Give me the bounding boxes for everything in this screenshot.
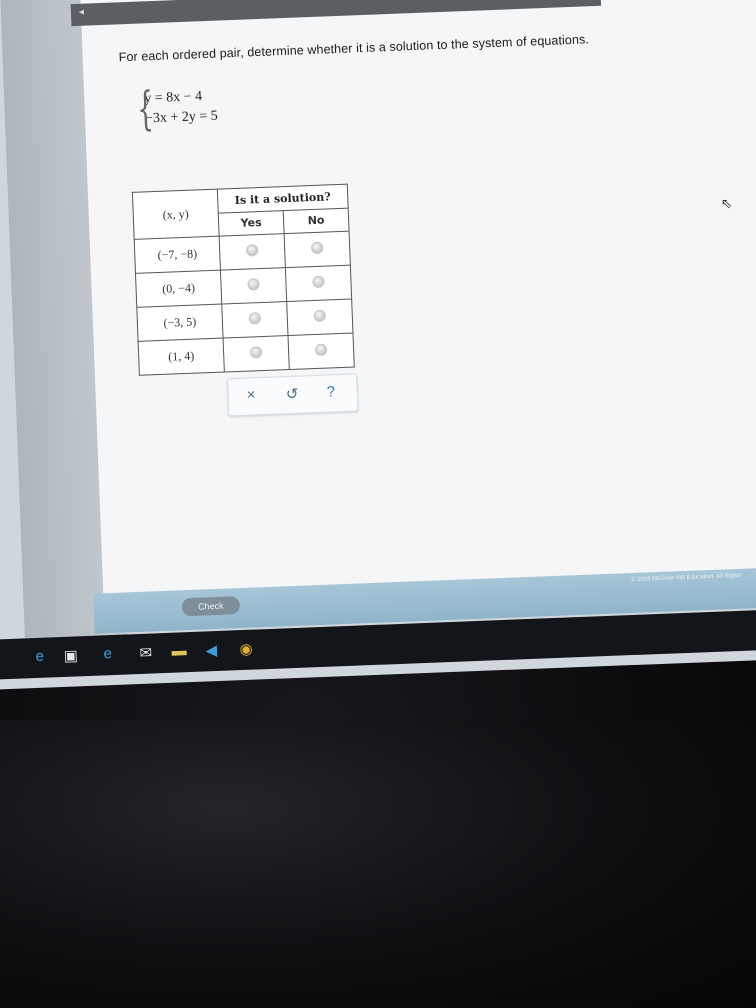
yes-radio[interactable] xyxy=(249,346,263,359)
desk-shadow xyxy=(0,720,756,1008)
yes-cell xyxy=(221,301,288,339)
yes-radio[interactable] xyxy=(245,244,259,257)
solution-table: (x, y) Is it a solution? Yes No (−7, −8)… xyxy=(131,183,355,376)
monitor-screen: ◂ For each ordered pair, determine wheth… xyxy=(0,0,756,690)
equation-system: { y = 8x − 4 −3x + 2y = 5 xyxy=(136,81,218,136)
equation-1: y = 8x − 4 xyxy=(144,89,203,107)
brace-icon: { xyxy=(136,81,155,136)
ordered-pair: (0, −4) xyxy=(135,270,222,308)
store-icon[interactable]: ▣ xyxy=(63,646,78,665)
header-xy: (x, y) xyxy=(132,189,220,240)
no-cell xyxy=(284,231,351,268)
no-cell xyxy=(286,299,353,336)
yes-cell xyxy=(223,335,290,373)
no-radio[interactable] xyxy=(313,309,326,323)
no-cell xyxy=(287,333,355,370)
equation-2: −3x + 2y = 5 xyxy=(144,108,218,127)
mail-icon[interactable]: ✉ xyxy=(139,644,152,662)
yes-radio[interactable] xyxy=(248,312,262,325)
undo-icon[interactable]: ↺ xyxy=(285,385,298,403)
ordered-pair: (−7, −8) xyxy=(134,236,221,274)
no-radio[interactable] xyxy=(310,241,324,255)
edge-icon[interactable]: e xyxy=(35,648,44,665)
ordered-pair: (−3, 5) xyxy=(136,304,224,342)
yes-cell xyxy=(219,233,286,271)
assignment-page: ◂ For each ordered pair, determine wheth… xyxy=(70,0,756,634)
answer-toolbar: × ↺ ? xyxy=(227,373,359,417)
table-row: (1, 4) xyxy=(138,333,355,376)
help-icon[interactable]: ? xyxy=(326,383,335,400)
mouse-cursor-icon: ⇖ xyxy=(720,194,733,212)
header-no: No xyxy=(283,207,350,234)
ordered-pair: (1, 4) xyxy=(138,338,225,376)
check-button[interactable]: Check xyxy=(181,596,241,617)
back-arrow-icon[interactable]: ◂ xyxy=(79,7,84,18)
top-progress-strip: ◂ xyxy=(70,0,602,27)
yes-radio[interactable] xyxy=(247,278,260,291)
no-cell xyxy=(285,265,352,302)
header-yes: Yes xyxy=(218,210,285,237)
files-icon[interactable]: ▬ xyxy=(171,642,187,660)
media-icon[interactable]: ◀ xyxy=(205,641,217,659)
yes-cell xyxy=(220,267,287,305)
photo-scene: ◂ For each ordered pair, determine wheth… xyxy=(0,0,756,1008)
no-radio[interactable] xyxy=(314,343,328,357)
clear-icon[interactable]: × xyxy=(246,386,255,403)
question-prompt: For each ordered pair, determine whether… xyxy=(118,32,590,65)
chrome-icon[interactable]: ◉ xyxy=(239,640,253,658)
ie-icon[interactable]: e xyxy=(103,645,112,662)
no-radio[interactable] xyxy=(312,275,325,289)
